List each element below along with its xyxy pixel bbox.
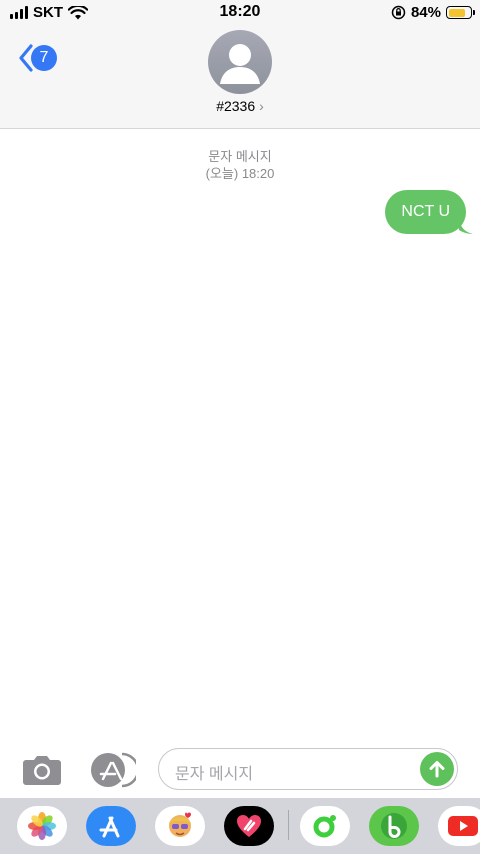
orientation-lock-icon	[391, 5, 406, 20]
app-store-icon	[91, 752, 140, 788]
digital-touch-button[interactable]	[224, 806, 274, 846]
status-right: 84%	[391, 4, 475, 21]
youtube-app-icon	[448, 816, 478, 836]
bubble-tail	[459, 220, 473, 234]
chevron-right-icon: ›	[259, 98, 264, 114]
green-app-icon	[313, 815, 336, 838]
camera-button[interactable]	[22, 754, 62, 791]
battery-fill	[448, 8, 466, 17]
memoji-button[interactable]	[155, 806, 205, 846]
digital-touch-icon	[237, 815, 261, 837]
unread-count-badge: 7	[31, 45, 57, 71]
app-drawer	[0, 798, 480, 854]
arrow-up-icon	[429, 761, 445, 778]
message-bubble[interactable]: NCT U	[385, 190, 473, 234]
send-button[interactable]	[420, 752, 454, 786]
conversation-header: 7 #2336 ›	[0, 26, 480, 129]
drawer-divider	[288, 810, 289, 840]
b-app-button[interactable]	[369, 806, 419, 846]
memoji-icon	[169, 812, 191, 837]
message-input-placeholder: 문자 메시지	[175, 766, 254, 783]
status-bar: SKT 18:20 84%	[0, 0, 480, 26]
contact-name-button[interactable]: #2336 ›	[0, 98, 480, 114]
green-app-button[interactable]	[300, 806, 350, 846]
photos-app-button[interactable]	[17, 806, 67, 846]
app-store-icon	[86, 806, 136, 846]
camera-icon	[23, 756, 61, 785]
app-store-drawer-button[interactable]	[86, 806, 136, 846]
youtube-app-button[interactable]	[438, 806, 480, 846]
photos-app-icon	[28, 812, 56, 840]
contact-avatar[interactable]	[208, 30, 272, 94]
person-icon	[220, 44, 260, 84]
contact-name: #2336	[216, 98, 256, 114]
message-timestamp: (오늘) 18:20	[205, 166, 275, 181]
message-input[interactable]: 문자 메시지	[158, 748, 458, 790]
message-text: NCT U	[401, 203, 450, 220]
battery-icon	[446, 6, 475, 19]
outgoing-message: NCT U	[385, 190, 466, 234]
b-app-icon	[381, 813, 407, 839]
app-store-button[interactable]	[90, 752, 140, 793]
battery-percentage: 84%	[410, 4, 441, 21]
back-button[interactable]: 7	[18, 44, 57, 72]
